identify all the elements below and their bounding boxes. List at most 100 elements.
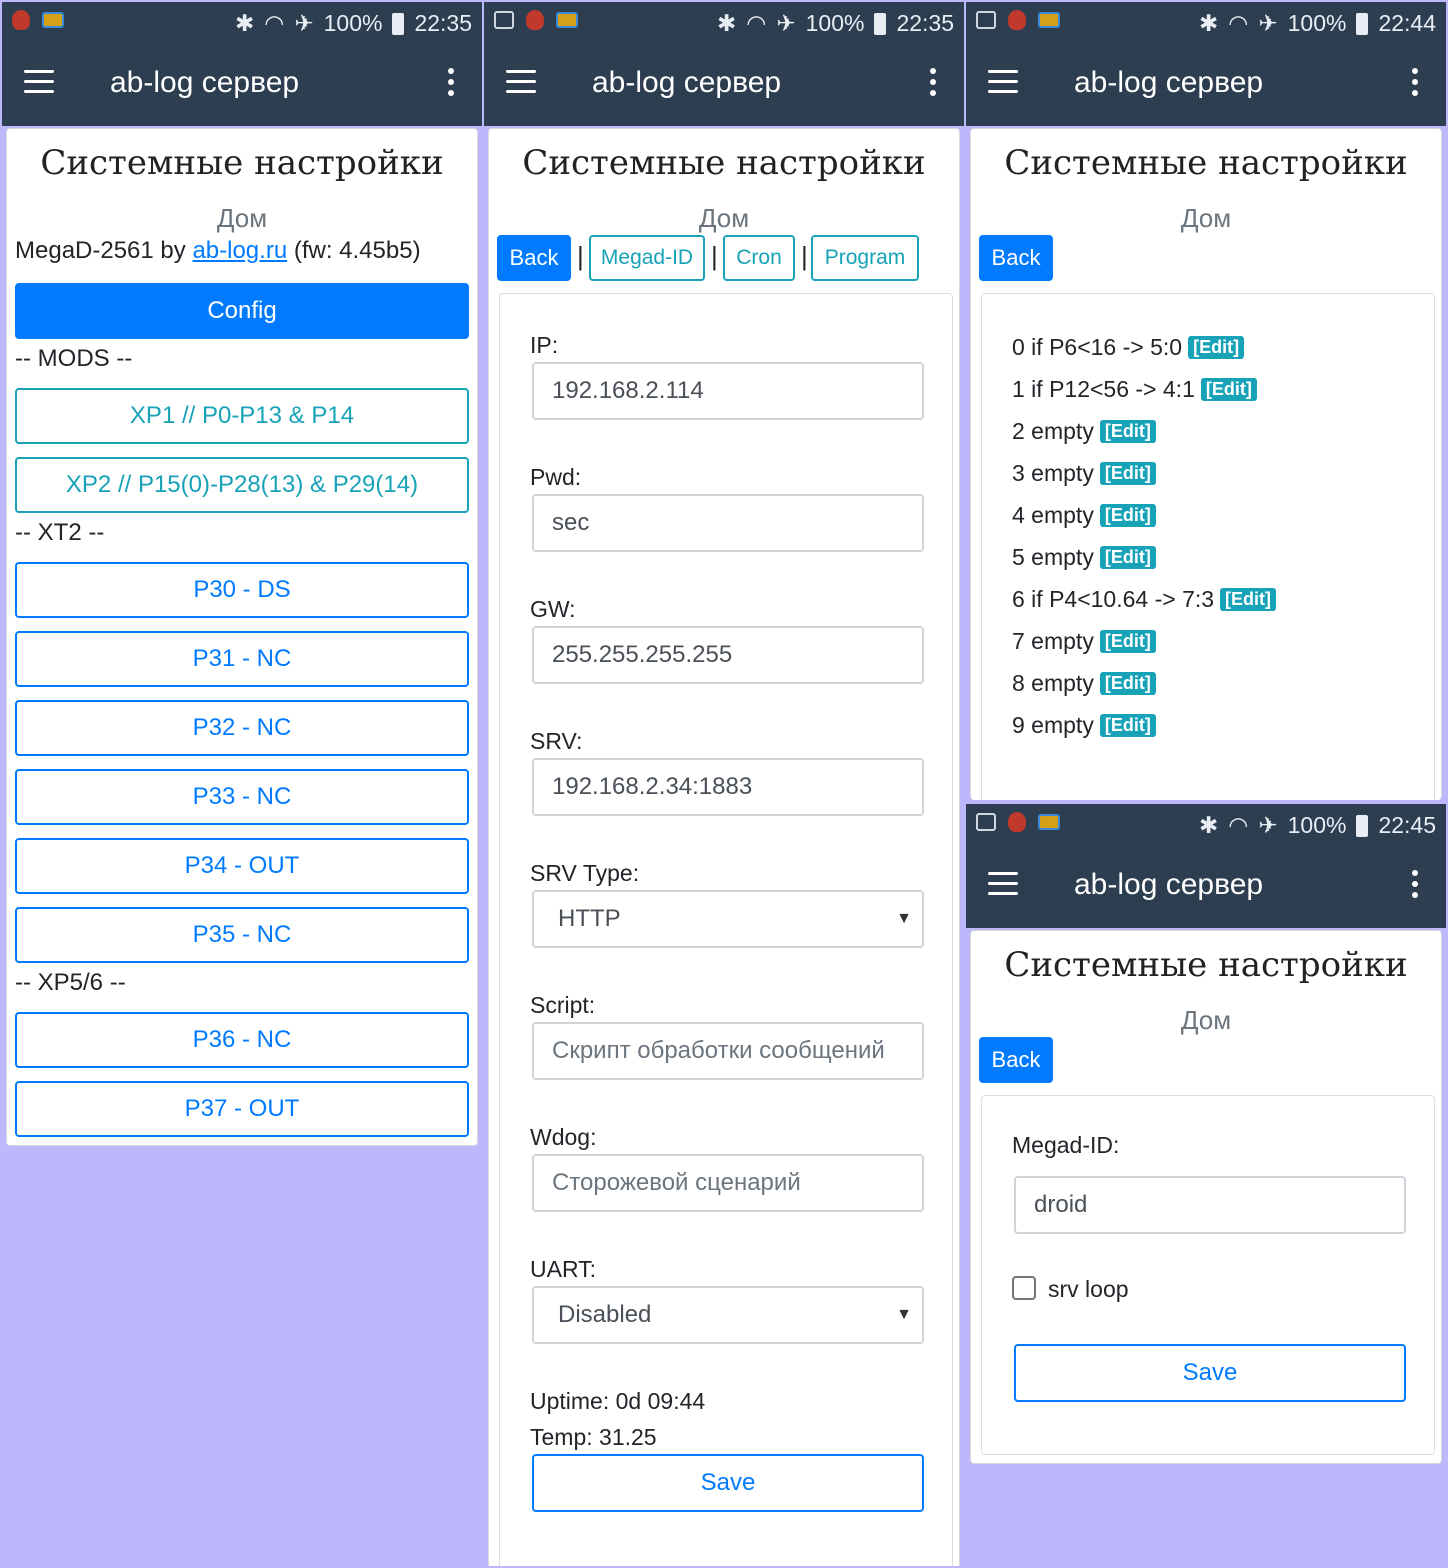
cron-entry: 0 if P6<16 -> 5:0 [Edit]	[1012, 334, 1245, 361]
port-button[interactable]: P31 - NC	[15, 631, 469, 687]
save-button[interactable]: Save	[532, 1454, 924, 1512]
srv-type-select[interactable]: HTTP ▼	[532, 890, 924, 948]
battery-icon	[392, 12, 405, 35]
app-bar: ab-log сервер	[966, 846, 1446, 928]
cron-entry-text: 9 empty	[1012, 712, 1094, 738]
megad-id-input[interactable]: droid	[1014, 1176, 1406, 1234]
edit-button[interactable]: [Edit]	[1099, 462, 1156, 485]
port-button[interactable]: P35 - NC	[15, 907, 469, 963]
cron-entry-text: 3 empty	[1012, 460, 1094, 486]
page-subtitle: Дом	[698, 203, 750, 233]
ip-input[interactable]: 192.168.2.114	[532, 362, 924, 420]
wdog-label: Wdog:	[530, 1124, 597, 1150]
back-button[interactable]: Back	[979, 235, 1053, 281]
content-card: Системные настройки Дом Back Megad-ID: d…	[970, 930, 1442, 1464]
page-title: Системные настройки	[522, 143, 926, 183]
tab-cron[interactable]: Cron	[723, 235, 795, 281]
battery-icon	[874, 12, 887, 35]
wifi-icon: ◠	[1228, 812, 1249, 838]
edit-button[interactable]: [Edit]	[1200, 378, 1257, 401]
srv-input[interactable]: 192.168.2.34:1883	[532, 758, 924, 816]
uart-select[interactable]: Disabled ▼	[532, 1286, 924, 1344]
port-button[interactable]: P36 - NC	[15, 1012, 469, 1068]
xp1-button[interactable]: XP1 // P0-P13 & P14	[15, 388, 469, 444]
back-button[interactable]: Back	[979, 1037, 1053, 1083]
overflow-menu-icon[interactable]	[448, 68, 456, 102]
airplane-icon: ✈	[776, 10, 796, 36]
hamburger-menu-icon[interactable]	[988, 872, 1018, 896]
screen-system-settings-ports: ✱ ◠ ✈ 100% 22:35 ab-log сервер Системные…	[2, 2, 482, 1566]
pwd-input[interactable]: sec	[532, 494, 924, 552]
port-button[interactable]: P32 - NC	[15, 700, 469, 756]
cron-entry: 4 empty [Edit]	[1012, 502, 1156, 529]
battery-icon	[1356, 12, 1369, 35]
uart-label: UART:	[530, 1256, 597, 1282]
edit-button[interactable]: [Edit]	[1099, 714, 1156, 737]
gallery-icon	[976, 11, 996, 29]
firmware-version: (fw: 4.45b5)	[287, 237, 421, 264]
save-button[interactable]: Save	[1014, 1344, 1406, 1402]
cron-entry: 7 empty [Edit]	[1012, 628, 1156, 655]
port-button[interactable]: P33 - NC	[15, 769, 469, 825]
edit-button[interactable]: [Edit]	[1099, 546, 1156, 569]
ab-log-link[interactable]: ab-log.ru	[192, 237, 287, 264]
srv-loop-checkbox[interactable]	[1012, 1276, 1036, 1300]
page-subtitle: Дом	[216, 203, 268, 233]
overflow-menu-icon[interactable]	[1412, 68, 1420, 102]
app-title: ab-log сервер	[592, 66, 782, 99]
tab-program[interactable]: Program	[811, 235, 919, 281]
status-bar: ✱ ◠ ✈ 100% 22:35	[484, 2, 964, 44]
page-title: Системные настройки	[1004, 945, 1408, 985]
port-button[interactable]: P30 - DS	[15, 562, 469, 618]
bluetooth-icon: ✱	[1198, 812, 1219, 838]
port-button[interactable]: P37 - OUT	[15, 1081, 469, 1137]
cron-entry-text: 5 empty	[1012, 544, 1094, 570]
app-bar: ab-log сервер	[2, 44, 482, 126]
hamburger-menu-icon[interactable]	[24, 70, 54, 94]
bluetooth-icon: ✱	[1198, 10, 1219, 36]
edit-button[interactable]: [Edit]	[1188, 336, 1245, 359]
page-subtitle: Дом	[1180, 1005, 1232, 1035]
port-button[interactable]: P34 - OUT	[15, 838, 469, 894]
mods-header: -- MODS --	[15, 345, 133, 372]
screen-network-settings: ✱ ◠ ✈ 100% 22:35 ab-log сервер Системные…	[484, 2, 964, 1566]
app-bar: ab-log сервер	[484, 44, 964, 126]
pwd-label: Pwd:	[530, 464, 582, 490]
back-button[interactable]: Back	[497, 235, 571, 281]
notification-app-icon	[1008, 10, 1026, 30]
edit-button[interactable]: [Edit]	[1099, 630, 1156, 653]
content-card: Системные настройки Дом Back | Megad-ID …	[488, 128, 960, 1566]
wdog-input[interactable]: Сторожевой сценарий	[532, 1154, 924, 1212]
edit-button[interactable]: [Edit]	[1099, 672, 1156, 695]
bluetooth-icon: ✱	[716, 10, 737, 36]
edit-button[interactable]: [Edit]	[1220, 588, 1277, 611]
srv-type-label: SRV Type:	[530, 860, 640, 886]
cron-list: 0 if P6<16 -> 5:0 [Edit] 1 if P12<56 -> 4…	[981, 293, 1435, 800]
hamburger-menu-icon[interactable]	[988, 70, 1018, 94]
app-title: ab-log сервер	[1074, 868, 1264, 901]
device-model: MegaD-2561 by	[15, 237, 193, 264]
screen-megad-id: ✱ ◠ ✈ 100% 22:45 ab-log сервер Системные…	[966, 804, 1446, 1566]
tab-megad-id[interactable]: Megad-ID	[589, 235, 705, 281]
edit-button[interactable]: [Edit]	[1099, 420, 1156, 443]
tab-separator: |	[801, 241, 808, 271]
app-title: ab-log сервер	[110, 66, 300, 99]
ip-label: IP:	[530, 332, 559, 358]
xp2-button[interactable]: XP2 // P15(0)-P28(13) & P29(14)	[15, 457, 469, 513]
hamburger-menu-icon[interactable]	[506, 70, 536, 94]
status-bar: ✱ ◠ ✈ 100% 22:35	[2, 2, 482, 44]
script-input[interactable]: Скрипт обработки сообщений	[532, 1022, 924, 1080]
overflow-menu-icon[interactable]	[930, 68, 938, 102]
gw-input[interactable]: 255.255.255.255	[532, 626, 924, 684]
overflow-menu-icon[interactable]	[1412, 870, 1420, 904]
edit-button[interactable]: [Edit]	[1099, 504, 1156, 527]
notification-flag-icon	[42, 12, 64, 28]
config-button[interactable]: Config	[15, 283, 469, 339]
srv-label: SRV:	[530, 728, 583, 754]
megad-id-label: Megad-ID:	[1012, 1132, 1120, 1158]
cron-entry: 5 empty [Edit]	[1012, 544, 1156, 571]
content-card: Системные настройки Дом MegaD-2561 by ab…	[6, 128, 478, 1146]
bluetooth-icon: ✱	[234, 10, 255, 36]
cron-entry-text: 4 empty	[1012, 502, 1094, 528]
notification-flag-icon	[1038, 814, 1060, 830]
